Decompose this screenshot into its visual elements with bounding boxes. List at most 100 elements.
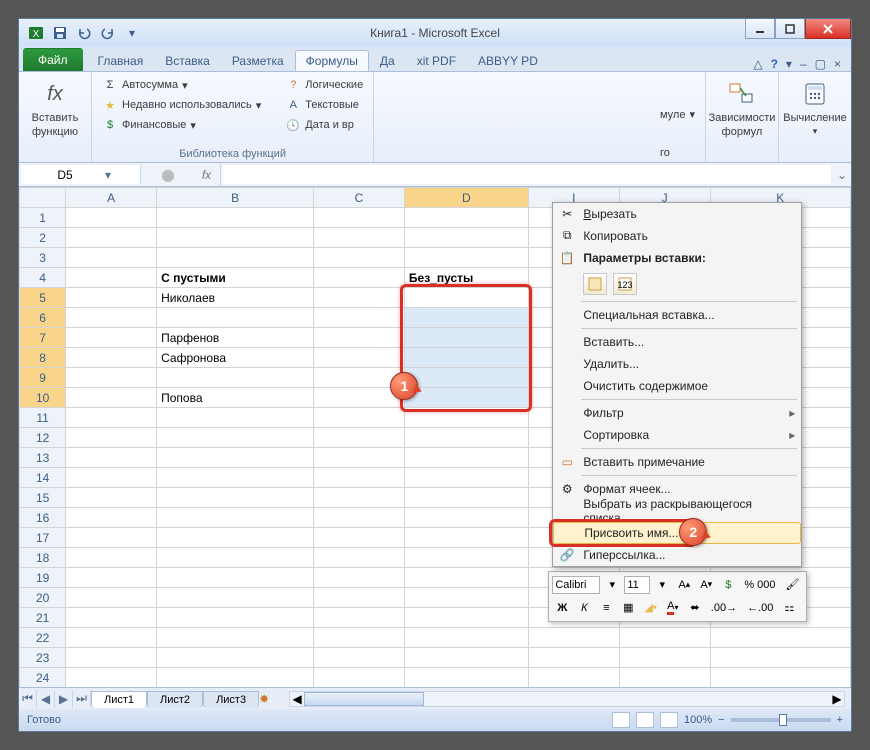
ctx-define-name[interactable]: Присвоить имя... — [553, 522, 801, 544]
cell-C22[interactable] — [314, 628, 405, 648]
cell-B7[interactable]: Парфенов — [157, 328, 314, 348]
cell-D11[interactable] — [404, 408, 528, 428]
insert-function-button[interactable]: fx Вставить функцию — [25, 76, 85, 160]
ctx-cut[interactable]: ✂ВВырезатьырезать — [553, 203, 801, 225]
row-header-15[interactable]: 15 — [20, 488, 66, 508]
cell-C3[interactable] — [314, 248, 405, 268]
cell-D12[interactable] — [404, 428, 528, 448]
ctx-delete[interactable]: Удалить... — [553, 353, 801, 375]
cell-C5[interactable] — [314, 288, 405, 308]
row-header-10[interactable]: 10 — [20, 388, 66, 408]
cell-I23[interactable] — [528, 648, 619, 668]
worksheet-area[interactable]: ABCDIJK1234С пустымиБез_пусты5Николаев67… — [19, 187, 851, 687]
cell-B17[interactable] — [157, 528, 314, 548]
cell-A1[interactable] — [66, 208, 157, 228]
row-header-8[interactable]: 8 — [20, 348, 66, 368]
row-header-11[interactable]: 11 — [20, 408, 66, 428]
mini-font-input[interactable] — [552, 576, 600, 594]
select-all-corner[interactable] — [20, 188, 66, 208]
cell-B1[interactable] — [157, 208, 314, 228]
row-header-16[interactable]: 16 — [20, 508, 66, 528]
row-header-20[interactable]: 20 — [20, 588, 66, 608]
view-normal-icon[interactable] — [612, 712, 630, 728]
cell-B2[interactable] — [157, 228, 314, 248]
cell-A7[interactable] — [66, 328, 157, 348]
row-header-13[interactable]: 13 — [20, 448, 66, 468]
fx-button[interactable]: fx — [193, 163, 221, 186]
row-header-24[interactable]: 24 — [20, 668, 66, 688]
tab-abbyy[interactable]: ABBYY PD — [467, 50, 549, 71]
row-header-21[interactable]: 21 — [20, 608, 66, 628]
cell-C12[interactable] — [314, 428, 405, 448]
paste-option-values[interactable]: 123 — [613, 273, 637, 295]
mini-fill-icon[interactable]: ◢▾ — [640, 598, 660, 618]
tab-formulas[interactable]: Формулы — [295, 50, 369, 71]
sheet-tab-1[interactable]: Лист1 — [91, 691, 147, 708]
cell-A24[interactable] — [66, 668, 157, 688]
paste-option-all[interactable] — [583, 273, 607, 295]
cell-C19[interactable] — [314, 568, 405, 588]
view-pagebreak-icon[interactable] — [660, 712, 678, 728]
sheet-nav-prev-icon[interactable]: ◀ — [37, 690, 55, 708]
cell-D2[interactable] — [404, 228, 528, 248]
cell-D18[interactable] — [404, 548, 528, 568]
formula-input[interactable] — [223, 165, 831, 184]
cell-D10[interactable] — [404, 388, 528, 408]
cell-C17[interactable] — [314, 528, 405, 548]
ctx-clear[interactable]: Очистить содержимое — [553, 375, 801, 397]
row-header-17[interactable]: 17 — [20, 528, 66, 548]
cell-B18[interactable] — [157, 548, 314, 568]
mini-italic-icon[interactable]: К — [574, 598, 594, 618]
formula-dependents-button[interactable]: Зависимости формул — [712, 76, 772, 160]
recent-button[interactable]: ★Недавно использовались ▾ — [98, 96, 265, 114]
cell-B21[interactable] — [157, 608, 314, 628]
mini-shrink-font-icon[interactable]: A▾ — [696, 575, 716, 595]
col-header-C[interactable]: C — [314, 188, 405, 208]
mini-font-color-icon[interactable]: A▾ — [663, 598, 683, 618]
sheet-nav-next-icon[interactable]: ▶ — [55, 690, 73, 708]
horizontal-scrollbar[interactable]: ◀ ▶ — [289, 691, 845, 707]
doc-close-icon[interactable]: × — [834, 57, 841, 71]
cell-B16[interactable] — [157, 508, 314, 528]
cell-D13[interactable] — [404, 448, 528, 468]
cell-D20[interactable] — [404, 588, 528, 608]
cell-A6[interactable] — [66, 308, 157, 328]
sheet-tab-3[interactable]: Лист3 — [203, 691, 259, 708]
cell-A5[interactable] — [66, 288, 157, 308]
cell-D19[interactable] — [404, 568, 528, 588]
row-header-9[interactable]: 9 — [20, 368, 66, 388]
tab-layout[interactable]: Разметка — [221, 50, 295, 71]
cell-A12[interactable] — [66, 428, 157, 448]
cell-B13[interactable] — [157, 448, 314, 468]
minimize-ribbon-icon[interactable]: △ — [753, 57, 762, 71]
maximize-button[interactable] — [775, 19, 805, 39]
cell-A11[interactable] — [66, 408, 157, 428]
mini-borders-icon[interactable]: ▦ — [618, 598, 638, 618]
mini-merge-icon[interactable]: ⬌ — [685, 598, 705, 618]
mini-dec-decimal-icon[interactable]: ←.00 — [743, 598, 777, 618]
row-header-19[interactable]: 19 — [20, 568, 66, 588]
mini-size-dd-icon[interactable]: ▾ — [652, 575, 672, 595]
cell-C2[interactable] — [314, 228, 405, 248]
trace-tail[interactable]: муле ▾ — [656, 107, 699, 122]
cell-A9[interactable] — [66, 368, 157, 388]
cell-B24[interactable] — [157, 668, 314, 688]
cell-D22[interactable] — [404, 628, 528, 648]
tab-home[interactable]: Главная — [87, 50, 155, 71]
cell-D3[interactable] — [404, 248, 528, 268]
cell-B22[interactable] — [157, 628, 314, 648]
cell-K22[interactable] — [710, 628, 850, 648]
mini-format-icon[interactable]: ⚏ — [779, 598, 799, 618]
ribbon-options-icon[interactable]: ▾ — [786, 57, 792, 71]
cell-C23[interactable] — [314, 648, 405, 668]
row-header-5[interactable]: 5 — [20, 288, 66, 308]
undo-icon[interactable] — [75, 24, 93, 42]
text-button[interactable]: AТекстовые — [281, 96, 367, 114]
sheet-new-icon[interactable]: ✸ — [259, 692, 283, 706]
zoom-out-icon[interactable]: − — [718, 714, 724, 726]
row-header-6[interactable]: 6 — [20, 308, 66, 328]
cell-D9[interactable] — [404, 368, 528, 388]
cell-D21[interactable] — [404, 608, 528, 628]
ctx-insert[interactable]: Вставить... — [553, 331, 801, 353]
mini-grow-font-icon[interactable]: A▴ — [674, 575, 694, 595]
